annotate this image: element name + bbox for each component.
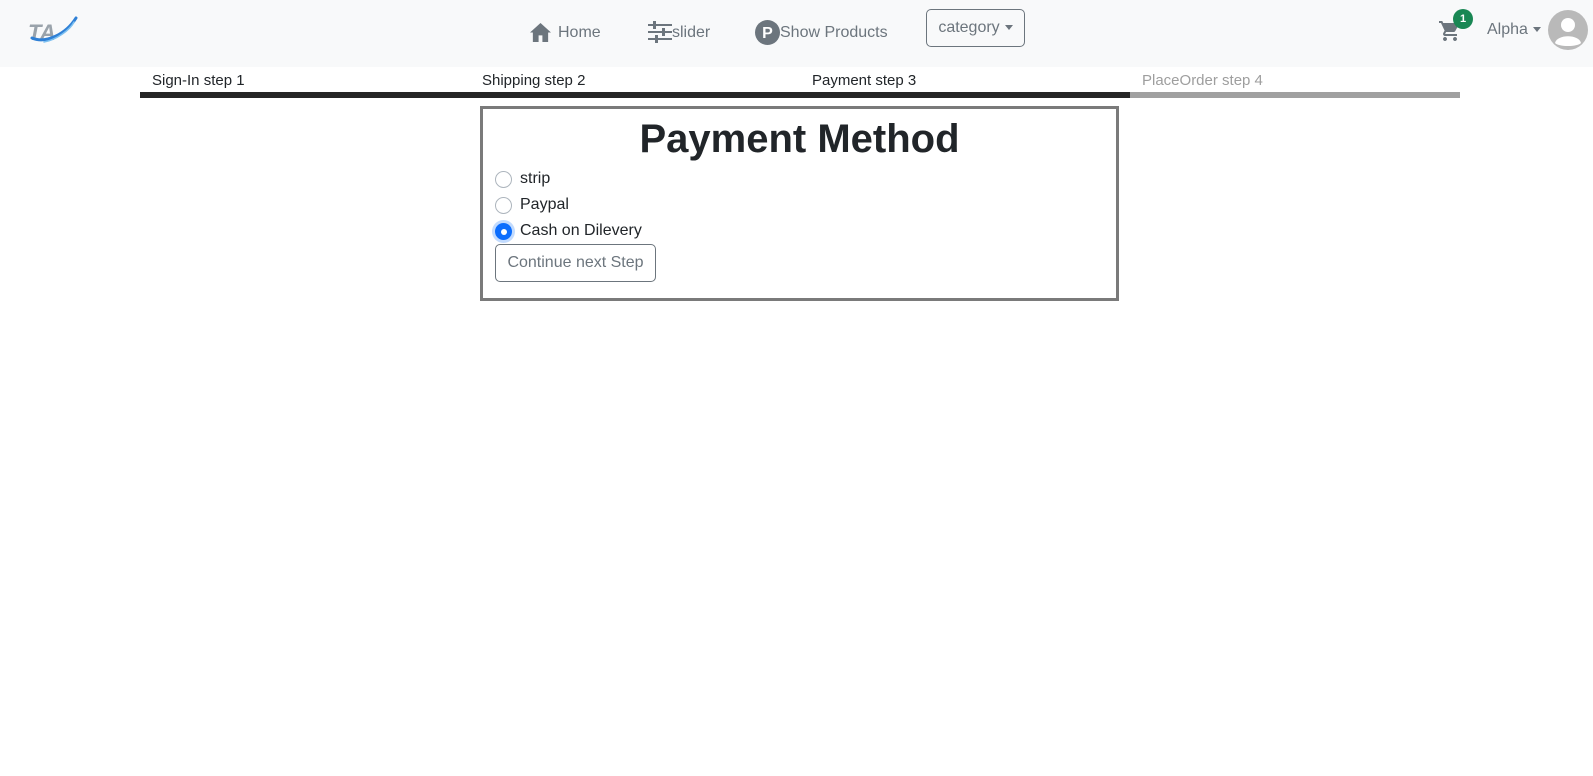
category-dropdown-button[interactable]: category (926, 9, 1025, 47)
radio-cod[interactable] (495, 222, 512, 240)
checkout-steps: Sign-In step 1 Shipping step 2 Payment s… (140, 70, 1460, 98)
nav-products-link[interactable]: P Show Products (755, 16, 888, 48)
step-shipping: Shipping step 2 (470, 70, 800, 98)
navbar: TA Home slider P Show Products category (0, 0, 1593, 67)
nav-slider-link[interactable]: slider (648, 16, 710, 48)
continue-button[interactable]: Continue next Step (495, 244, 656, 282)
step-signin: Sign-In step 1 (140, 70, 470, 98)
radio-strip[interactable] (495, 170, 512, 188)
payment-option-label: Cash on Dilevery (520, 222, 642, 239)
ta-logo-icon[interactable]: TA (26, 14, 78, 46)
svg-text:P: P (762, 25, 773, 42)
nav-home-link[interactable]: Home (529, 16, 601, 48)
user-menu-toggle[interactable]: Alpha (1487, 18, 1541, 42)
step-payment: Payment step 3 (800, 70, 1130, 98)
nav-home-label: Home (558, 24, 601, 41)
caret-down-icon (1532, 26, 1541, 32)
page-title: Payment Method (639, 117, 960, 161)
payment-option-strip[interactable]: strip (495, 168, 550, 190)
payment-option-cod[interactable]: Cash on Dilevery (495, 220, 642, 242)
cart-count-badge: 1 (1453, 9, 1473, 29)
nav-slider-label: slider (672, 24, 711, 41)
payment-form: Payment Method strip Paypal Cash on Dile… (480, 106, 1119, 301)
step-placeorder: PlaceOrder step 4 (1130, 70, 1460, 98)
p-circle-icon: P (755, 19, 780, 45)
sliders-icon (648, 21, 672, 43)
radio-paypal[interactable] (495, 196, 512, 214)
payment-option-paypal[interactable]: Paypal (495, 194, 569, 216)
payment-option-label: Paypal (520, 196, 569, 213)
category-label: category (938, 19, 1000, 36)
caret-down-icon (1004, 24, 1013, 30)
user-name: Alpha (1487, 21, 1528, 38)
user-avatar-icon[interactable] (1548, 10, 1588, 50)
nav-products-label: Show Products (780, 24, 888, 41)
home-icon (530, 22, 551, 42)
payment-option-label: strip (520, 170, 551, 187)
